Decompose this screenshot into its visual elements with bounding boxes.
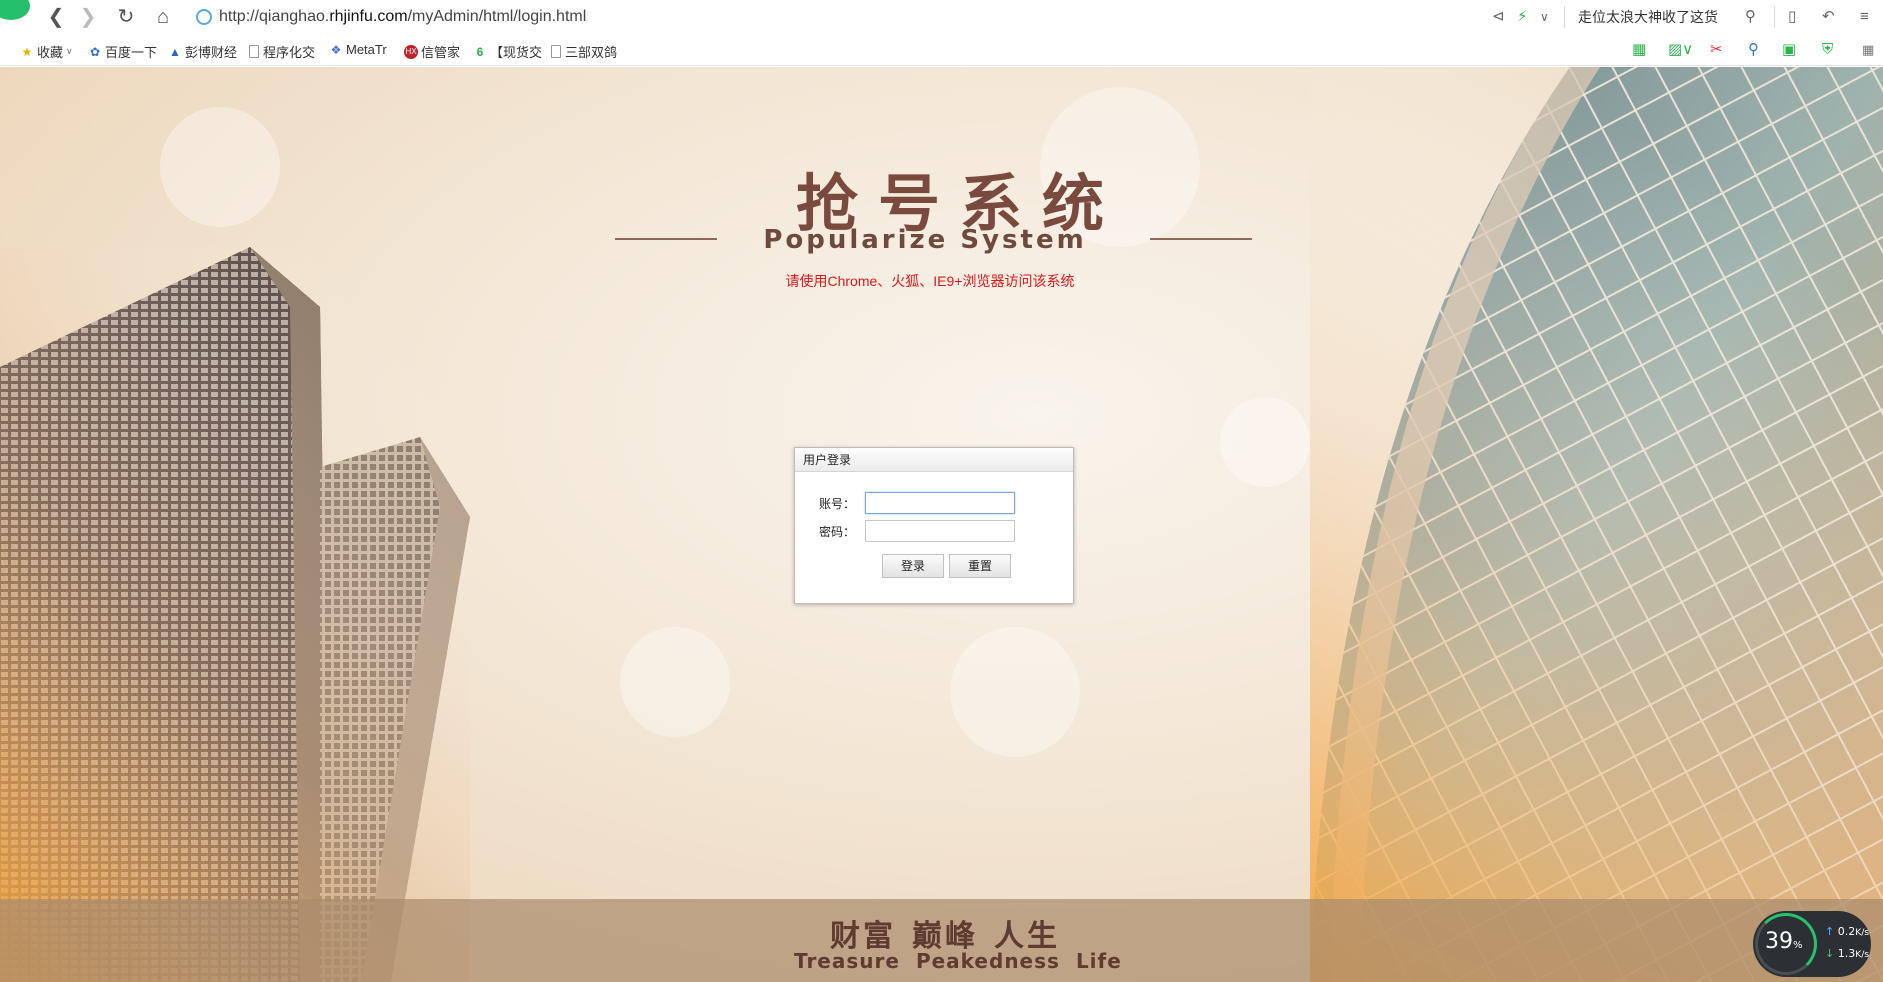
upload-arrow-icon: ↑ (1825, 925, 1835, 938)
download-arrow-icon: ↓ (1825, 947, 1835, 960)
browser-logo-icon (0, 0, 30, 20)
metatrader-icon: ❖ (330, 42, 342, 57)
login-panel-title: 用户登录 (795, 448, 1073, 472)
menu-icon[interactable]: ≡ (1860, 5, 1869, 29)
upload-speed: ↑ 0.2K/s (1825, 925, 1870, 938)
back-icon[interactable]: ❮ (44, 5, 68, 29)
xinguanjia-icon: HX (404, 44, 418, 59)
title-divider-right (1150, 238, 1252, 240)
undo-close-icon[interactable]: ↶ (1822, 5, 1835, 29)
page-icon (551, 45, 561, 58)
browser-toolbar: ❮ ❯ ↻ ⌂ http://qianghao.rhjinfu.com/myAd… (0, 0, 1883, 34)
forward-icon[interactable]: ❯ (76, 5, 100, 29)
reload-icon[interactable]: ↻ (114, 5, 138, 29)
chevron-down-icon[interactable]: ∨ (1540, 5, 1549, 29)
left-skyscraper-image (0, 247, 470, 982)
bloomberg-icon: ▲ (169, 44, 181, 59)
usage-percent: 39% (1765, 929, 1803, 954)
slogan-en: Treasure Peakedness Life (794, 949, 1122, 973)
site-info-icon[interactable] (196, 9, 212, 25)
chevron-down-icon: ∨ (66, 46, 73, 56)
account-input[interactable] (865, 492, 1015, 514)
share-icon[interactable]: ⊲ (1492, 5, 1505, 29)
star-icon: ★ (21, 44, 33, 59)
bokeh-light (620, 627, 730, 737)
footer-band: 财富 巅峰 人生 Treasure Peakedness Life (0, 899, 1883, 982)
download-speed: ↓ 1.3K/s (1825, 947, 1870, 960)
bookmark-program-trading[interactable]: 程序化交 (249, 42, 315, 61)
bookmark-metatrader[interactable]: ❖ MetaTr (329, 42, 387, 57)
bookmarks-bar: ★ 收藏 ∨ ✿ 百度一下 ▲ 彭博财经 程序化交 ❖ MetaTr HX 信管家 6 【现货… (0, 34, 1883, 66)
network-speed-widget[interactable]: 39% ↑ 0.2K/s ↓ 1.3K/s (1753, 911, 1871, 977)
divider (1774, 6, 1775, 28)
search-icon[interactable]: ⚲ (1745, 5, 1756, 29)
tab-manager-icon[interactable]: ▯ (1788, 5, 1796, 29)
reader-extension-icon[interactable]: ▦ (1632, 42, 1646, 58)
shield-extension-icon[interactable]: ⛨ (1822, 42, 1833, 58)
magnifier-extension-icon[interactable]: ⚲ (1748, 42, 1759, 58)
bookmark-spot-trading[interactable]: 6 【现货交 (473, 42, 542, 61)
divider (1564, 6, 1565, 28)
bokeh-light (950, 627, 1080, 757)
screenshot-scissors-icon[interactable]: ✂ (1710, 42, 1723, 58)
page-icon (249, 45, 259, 58)
login-panel: 用户登录 账号： 密码： 登录 重置 (794, 447, 1074, 604)
right-skyscraper-image (1310, 67, 1883, 982)
bookmark-baidu[interactable]: ✿ 百度一下 (88, 42, 157, 61)
speed-mode-icon[interactable]: ⚡ (1517, 5, 1528, 29)
bookmark-xinguanjia[interactable]: HX 信管家 (404, 42, 460, 61)
login-page: 抢号系统 Popularize System 请使用Chrome、火狐、IE9+… (0, 67, 1883, 982)
bokeh-light (160, 107, 280, 227)
reset-button[interactable]: 重置 (949, 554, 1011, 578)
url-text[interactable]: http://qianghao.rhjinfu.com/myAdmin/html… (219, 8, 586, 26)
extensions-grid-icon[interactable]: ▦ (1862, 42, 1874, 58)
login-button[interactable]: 登录 (882, 554, 944, 578)
bookmark-bloomberg[interactable]: ▲ 彭博财经 (168, 42, 237, 61)
translate-extension-icon[interactable]: ▨∨ (1668, 42, 1693, 58)
bokeh-light (1220, 397, 1310, 487)
page-title-en: Popularize System (763, 225, 1087, 255)
game-extension-icon[interactable]: ▣ (1782, 42, 1796, 58)
password-label: 密码： (819, 524, 856, 539)
password-row: 密码： (819, 520, 1015, 542)
hot-search-text[interactable]: 走位太浪大神收了这货 (1578, 7, 1718, 27)
browser-requirement-note: 请使用Chrome、火狐、IE9+浏览器访问该系统 (785, 273, 1075, 289)
account-label: 账号： (819, 496, 856, 511)
bookmark-sanbu[interactable]: 三部双鸽 (551, 42, 617, 61)
account-row: 账号： (819, 492, 1015, 514)
baidu-paw-icon: ✿ (89, 44, 101, 59)
password-input[interactable] (865, 520, 1015, 542)
six-icon: 6 (476, 44, 484, 59)
address-bar[interactable]: http://qianghao.rhjinfu.com/myAdmin/html… (196, 4, 1456, 30)
bookmark-favorites[interactable]: ★ 收藏 ∨ (20, 42, 73, 61)
home-icon[interactable]: ⌂ (151, 5, 175, 29)
